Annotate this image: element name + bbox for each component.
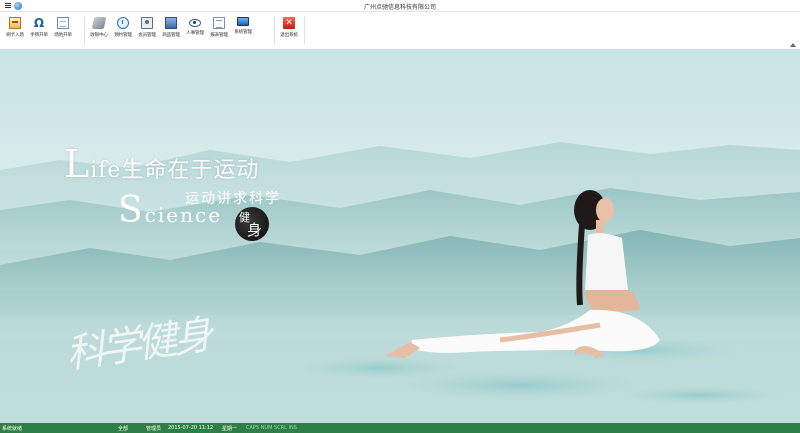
status-bar: 系统就绪 全部 管理员 2015-07-20 11:12 星期一 CAPS NU… — [0, 423, 800, 433]
slogan-life: Life生命在于运动 — [64, 142, 259, 186]
hr-management-button[interactable]: 人事管理 — [184, 15, 206, 45]
report-management-button[interactable]: 报表管理 — [208, 15, 230, 45]
toolbar-group-exit: ✕ 退出系统 — [278, 15, 302, 45]
goods-management-label: 商品管理 — [162, 33, 180, 38]
toolbar-group-entry: 刷卡入场 Ω 手牌开单 场地开单 — [4, 15, 76, 45]
goods-management-button[interactable]: 商品管理 — [160, 15, 182, 45]
slogan-life-text: ife生命在于运动 — [90, 158, 260, 183]
cashier-center-button[interactable]: 收银中心 — [88, 15, 110, 45]
wristband-order-button[interactable]: Ω 手牌开单 — [28, 15, 50, 45]
collapse-ribbon-icon[interactable] — [790, 43, 796, 49]
seal-bottom-char: 身 — [247, 221, 263, 239]
exit-system-button[interactable]: ✕ 退出系统 — [278, 15, 300, 45]
eye-icon — [189, 19, 201, 27]
hand-icon — [91, 17, 107, 29]
welcome-banner: Life生命在于运动 Science 运动讲求科学 健身 科学健身 — [0, 50, 800, 423]
fitness-seal: 健身 — [235, 207, 269, 241]
member-card-icon — [141, 17, 153, 29]
wristband-order-label: 手牌开单 — [30, 33, 48, 38]
slogan-exercise-science: 运动讲求科学 — [185, 191, 281, 207]
toolbar-group-management: 收银中心 预约管理 会员管理 商品管理 人事管理 报表管理 系统管理 — [88, 15, 256, 45]
goods-icon — [165, 17, 177, 29]
member-management-label: 会员管理 — [138, 33, 156, 38]
status-text: 系统就绪 — [2, 426, 23, 432]
datetime-text: 2015-07-20 11:12 — [168, 425, 214, 431]
hr-management-label: 人事管理 — [186, 31, 204, 36]
venue-order-button[interactable]: 场地开单 — [52, 15, 74, 45]
card-icon — [9, 17, 21, 29]
report-icon — [213, 17, 225, 29]
card-entry-label: 刷卡入场 — [6, 33, 24, 38]
booking-management-label: 预约管理 — [114, 33, 132, 38]
slogan-life-initial: L — [64, 142, 91, 186]
window-title: 广州点驰信息科技有限公司 — [363, 4, 436, 11]
user-text: 管理员 — [146, 426, 162, 432]
toolbar-separator — [274, 16, 275, 44]
report-management-label: 报表管理 — [210, 33, 228, 38]
system-management-label: 系统管理 — [234, 30, 252, 35]
monitor-icon — [237, 17, 249, 26]
clock-icon — [117, 17, 129, 29]
slogan-science-initial: S — [118, 190, 145, 231]
card-entry-button[interactable]: 刷卡入场 — [4, 15, 26, 45]
key-indicators: CAPS NUM SCRL INS — [246, 425, 297, 431]
exit-icon: ✕ — [283, 17, 295, 29]
weekday-text: 星期一 — [222, 426, 238, 432]
document-icon — [57, 17, 69, 29]
venue-order-label: 场地开单 — [54, 33, 72, 38]
main-toolbar: 刷卡入场 Ω 手牌开单 场地开单 收银中心 预约管理 会员管理 商品管理 人事管… — [0, 12, 800, 50]
exit-system-label: 退出系统 — [280, 33, 298, 38]
omega-icon: Ω — [33, 16, 45, 30]
title-bar: 广州点驰信息科技有限公司 — [0, 0, 800, 12]
scope-text: 全部 — [118, 426, 129, 432]
toolbar-separator — [304, 16, 305, 44]
toolbar-separator — [84, 16, 85, 44]
booking-management-button[interactable]: 预约管理 — [112, 15, 134, 45]
cashier-center-label: 收银中心 — [90, 33, 108, 38]
member-management-button[interactable]: 会员管理 — [136, 15, 158, 45]
system-management-button[interactable]: 系统管理 — [232, 15, 254, 45]
